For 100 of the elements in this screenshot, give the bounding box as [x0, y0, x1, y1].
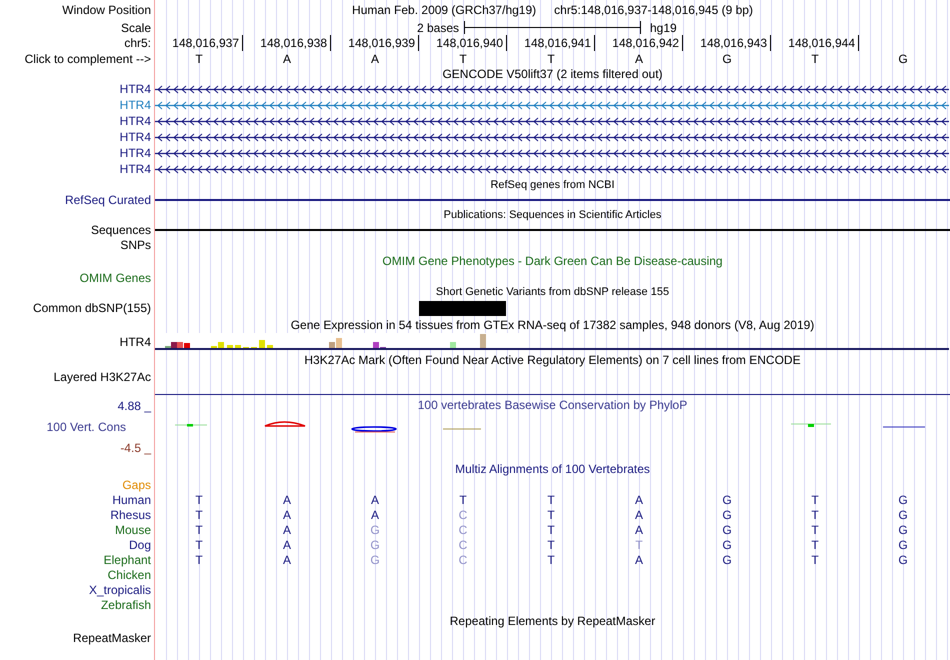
aligned-base: A	[370, 508, 379, 520]
axis-max-label: 4.88 _	[118, 400, 151, 412]
ruler-position: 148,016,941	[524, 37, 591, 49]
aligned-base: T	[547, 494, 555, 506]
ruler-position: 148,016,944	[788, 37, 855, 49]
aligned-base: T	[547, 554, 555, 566]
ruler-position: 148,016,940	[436, 37, 503, 49]
track-title: RefSeq genes from NCBI	[490, 180, 615, 190]
gene-label[interactable]: HTR4	[120, 115, 151, 127]
species-label[interactable]: Dog	[128, 538, 151, 550]
base-letter[interactable]: T	[459, 52, 467, 64]
aligned-base: A	[282, 494, 291, 506]
base-letter[interactable]: G	[898, 52, 908, 64]
aligned-base: T	[811, 524, 819, 536]
ruler-position: 148,016,937	[172, 37, 239, 49]
species-label[interactable]: Human	[112, 494, 151, 506]
aligned-base: G	[898, 524, 908, 536]
track-label[interactable]: SNPs	[120, 238, 151, 250]
track-label[interactable]: RefSeq Curated	[64, 194, 151, 206]
row-label[interactable]: Scale	[120, 22, 151, 34]
aligned-base: C	[458, 538, 468, 550]
aligned-base: T	[459, 494, 467, 506]
species-label[interactable]: X_tropicalis	[88, 584, 151, 596]
ruler-position: 148,016,943	[700, 37, 767, 49]
gene-strand-drawing[interactable]	[155, 130, 949, 144]
species-label[interactable]: Rhesus	[110, 508, 151, 520]
aligned-base: G	[722, 508, 732, 520]
track-label[interactable]: Common dbSNP(155)	[32, 302, 151, 314]
track-title: Multiz Alignments of 100 Vertebrates	[455, 462, 650, 474]
assembly-name: Human Feb. 2009 (GRCh37/hg19)	[352, 2, 536, 19]
scale-text: 2 bases	[416, 22, 460, 34]
gene-strand-drawing[interactable]	[155, 162, 949, 176]
aligned-base: A	[282, 538, 291, 550]
aligned-base: T	[811, 538, 819, 550]
base-letter[interactable]: G	[722, 52, 732, 64]
species-label[interactable]: Zebrafish	[100, 598, 151, 610]
scale-bar-icon	[464, 21, 641, 34]
species-label[interactable]: Chicken	[108, 568, 151, 580]
gene-strand-drawing[interactable]	[155, 82, 949, 96]
aligned-base: G	[722, 524, 732, 536]
track-label[interactable]: Layered H3K27Ac	[54, 370, 151, 382]
aligned-base: G	[370, 538, 380, 550]
base-letter[interactable]: A	[634, 52, 643, 64]
aligned-base: T	[195, 508, 203, 520]
gene-label[interactable]: HTR4	[120, 99, 151, 111]
track-label[interactable]: HTR4	[120, 336, 151, 348]
aligned-base: G	[898, 538, 908, 550]
aligned-base: G	[370, 554, 380, 566]
track-label[interactable]: Sequences	[90, 224, 151, 236]
row-label[interactable]: chr5:	[124, 37, 151, 49]
species-label[interactable]: Mouse	[114, 524, 151, 536]
aligned-base: T	[811, 508, 819, 520]
track-label[interactable]: RepeatMasker	[72, 632, 151, 644]
aligned-base: A	[634, 524, 643, 536]
base-letter[interactable]: A	[370, 52, 379, 64]
aligned-base: A	[282, 524, 291, 536]
aligned-base: T	[635, 538, 643, 550]
ruler-position: 148,016,938	[260, 37, 327, 49]
aligned-base: A	[634, 554, 643, 566]
ruler-position: 148,016,942	[612, 37, 679, 49]
base-letter[interactable]: T	[811, 52, 819, 64]
gene-label[interactable]: HTR4	[120, 147, 151, 159]
track-title: Gene Expression in 54 tissues from GTEx RNA-seq of 17382 samples, 948 donors (V8, Aug 2019)	[290, 318, 814, 330]
aligned-base: T	[195, 524, 203, 536]
aligned-base: G	[898, 508, 908, 520]
gene-label[interactable]: HTR4	[120, 163, 151, 175]
aligned-base: A	[370, 494, 379, 506]
base-letter[interactable]: T	[547, 52, 555, 64]
snp-block[interactable]	[419, 300, 506, 316]
aligned-base: T	[547, 508, 555, 520]
base-letter[interactable]: A	[282, 52, 291, 64]
aligned-base: T	[195, 494, 203, 506]
aligned-base: A	[634, 508, 643, 520]
expression-bar-drawing[interactable]	[155, 333, 949, 351]
species-label[interactable]: Elephant	[104, 554, 151, 566]
row-label[interactable]: Click to complement -->	[24, 52, 151, 64]
track-label[interactable]: OMIM Genes	[80, 272, 151, 284]
row-label[interactable]: Window Position	[62, 4, 151, 16]
track-label[interactable]: 100 Vert. Cons	[46, 421, 151, 433]
gene-strand-drawing[interactable]	[155, 146, 949, 160]
aligned-base: G	[898, 494, 908, 506]
gene-label[interactable]: HTR4	[120, 131, 151, 143]
position-text: chr5:148,016,937-148,016,945 (9 bp)	[554, 2, 753, 19]
ruler-position: 148,016,939	[348, 37, 415, 49]
base-letter[interactable]: T	[195, 52, 203, 64]
gene-strand-drawing[interactable]	[155, 114, 949, 128]
aligned-base: G	[722, 494, 732, 506]
axis-min-label: -4.5 _	[120, 442, 151, 454]
aligned-base: T	[195, 554, 203, 566]
aligned-base: T	[547, 538, 555, 550]
track-title: 100 vertebrates Basewise Conservation by PhyloP	[418, 399, 688, 411]
aligned-base: C	[458, 524, 468, 536]
track-title: Short Genetic Variants from dbSNP release 155	[436, 287, 670, 298]
track-title: Publications: Sequences in Scientific Articles	[444, 210, 662, 220]
aligned-base: T	[547, 524, 555, 536]
gene-label[interactable]: HTR4	[120, 83, 151, 95]
aligned-base: A	[282, 554, 291, 566]
aligned-base: G	[722, 538, 732, 550]
scale-assembly: hg19	[649, 22, 678, 34]
aligned-base: T	[811, 554, 819, 566]
